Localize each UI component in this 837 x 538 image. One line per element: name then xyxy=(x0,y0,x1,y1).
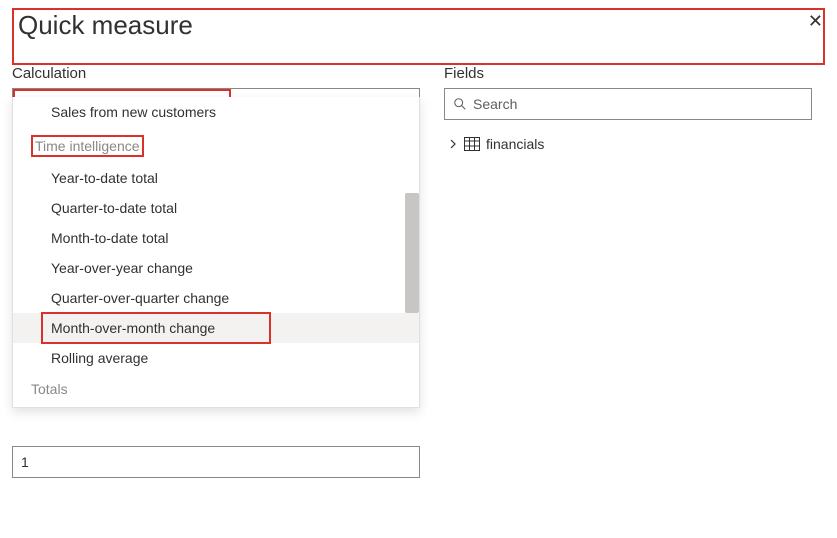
number-of-periods-value: 1 xyxy=(21,454,29,470)
fields-search-input[interactable] xyxy=(473,96,803,112)
calculation-dropdown-list: Sales from new customers Time intelligen… xyxy=(12,97,420,408)
option-ytd-total[interactable]: Year-to-date total xyxy=(13,163,419,193)
table-icon xyxy=(464,137,480,151)
option-rolling-average[interactable]: Rolling average xyxy=(13,343,419,373)
annotation-highlight-title: Quick measure xyxy=(12,8,825,65)
option-mtd-total[interactable]: Month-to-date total xyxy=(13,223,419,253)
close-icon[interactable]: ✕ xyxy=(808,12,823,30)
fields-table-financials[interactable]: financials xyxy=(444,134,812,154)
dropdown-scrollbar-thumb[interactable] xyxy=(405,193,419,313)
option-qoq-change[interactable]: Quarter-over-quarter change xyxy=(13,283,419,313)
option-qtd-total[interactable]: Quarter-to-date total xyxy=(13,193,419,223)
chevron-right-icon xyxy=(448,139,458,149)
group-totals: Totals xyxy=(13,373,419,403)
number-of-periods-input[interactable]: 1 xyxy=(12,446,420,478)
fields-table-financials-label: financials xyxy=(486,136,544,152)
annotation-highlight-group: Time intelligence xyxy=(31,135,144,157)
option-mom-change[interactable]: Month-over-month change xyxy=(13,313,419,343)
search-icon xyxy=(453,97,467,111)
dialog-title: Quick measure xyxy=(18,10,193,41)
fields-label: Fields xyxy=(444,65,812,82)
fields-search-wrap[interactable] xyxy=(444,88,812,120)
calculation-label: Calculation xyxy=(12,65,420,82)
group-time-intelligence: Time intelligence xyxy=(13,127,419,163)
option-yoy-change[interactable]: Year-over-year change xyxy=(13,253,419,283)
option-mom-change-label: Month-over-month change xyxy=(51,320,215,336)
option-sales-new-customers[interactable]: Sales from new customers xyxy=(13,97,419,127)
